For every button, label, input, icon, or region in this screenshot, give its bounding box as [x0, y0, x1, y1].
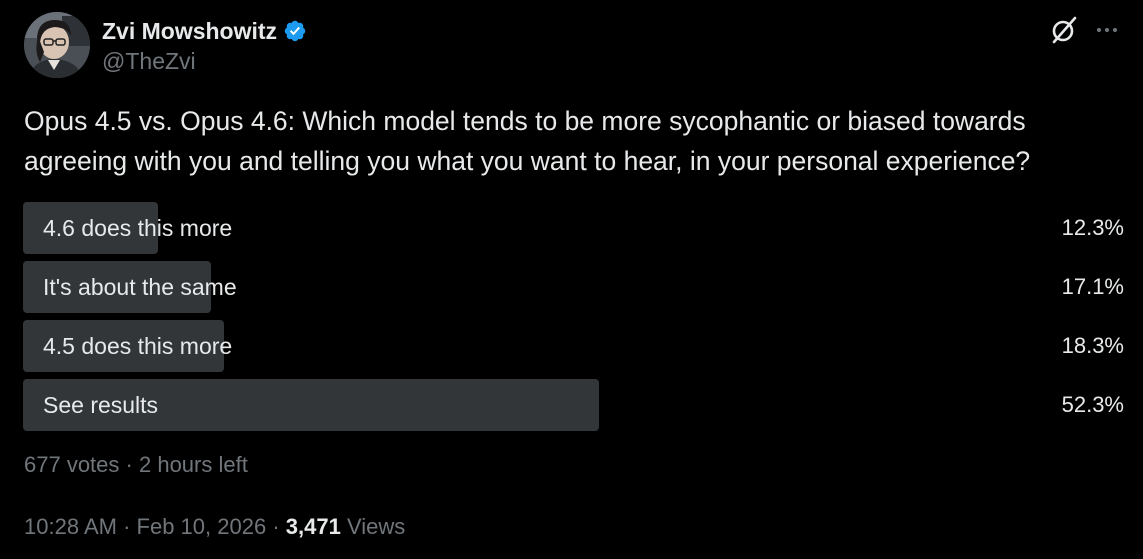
author-handle[interactable]: @TheZvi	[102, 48, 196, 75]
see-results-option[interactable]: See results 52.3%	[23, 379, 1124, 431]
poll-option-percent: 12.3%	[1061, 215, 1124, 240]
grok-button[interactable]	[1048, 14, 1080, 46]
views-label: Views	[346, 514, 406, 539]
poll-option-percent: 18.3%	[1061, 333, 1124, 358]
author-display-name[interactable]: Zvi Mowshowitz	[102, 18, 277, 45]
poll-meta: 677 votes · 2 hours left	[24, 452, 248, 478]
verified-badge-icon[interactable]	[283, 19, 307, 43]
tweet-timestamp-link[interactable]: 10:28 AM · Feb 10, 2026	[24, 514, 266, 539]
poll-option[interactable]: 4.6 does this more 12.3%	[23, 202, 1124, 254]
poll-option-percent: 17.1%	[1061, 274, 1124, 299]
tweet-time: 10:28 AM	[24, 514, 117, 539]
see-results-label: See results	[43, 392, 159, 418]
separator: ·	[272, 514, 280, 539]
poll-option-percent: 52.3%	[1061, 392, 1124, 417]
views-count: 3,471	[285, 514, 341, 539]
separator: ·	[125, 452, 133, 477]
separator: ·	[123, 514, 131, 539]
poll-time-left: 2 hours left	[138, 452, 248, 477]
more-horizontal-icon	[1097, 28, 1117, 32]
poll-option-label: It's about the same	[43, 274, 237, 300]
poll: 4.6 does this more 12.3% It's about the …	[23, 202, 1124, 438]
tweet-meta: 10:28 AM · Feb 10, 2026 · 3,471 Views	[24, 514, 405, 540]
poll-option-label: 4.5 does this more	[43, 333, 233, 359]
poll-option[interactable]: It's about the same 17.1%	[23, 261, 1124, 313]
tweet-date: Feb 10, 2026	[136, 514, 267, 539]
tweet-text: Opus 4.5 vs. Opus 4.6: Which model tends…	[24, 106, 1031, 176]
author-name-row: Zvi Mowshowitz	[102, 14, 307, 48]
poll-vote-count: 677 votes	[24, 452, 120, 477]
more-options-button[interactable]	[1094, 14, 1124, 46]
avatar[interactable]	[24, 12, 90, 78]
poll-option-label: 4.6 does this more	[43, 215, 233, 241]
poll-option[interactable]: 4.5 does this more 18.3%	[23, 320, 1124, 372]
grok-icon	[1052, 16, 1077, 44]
